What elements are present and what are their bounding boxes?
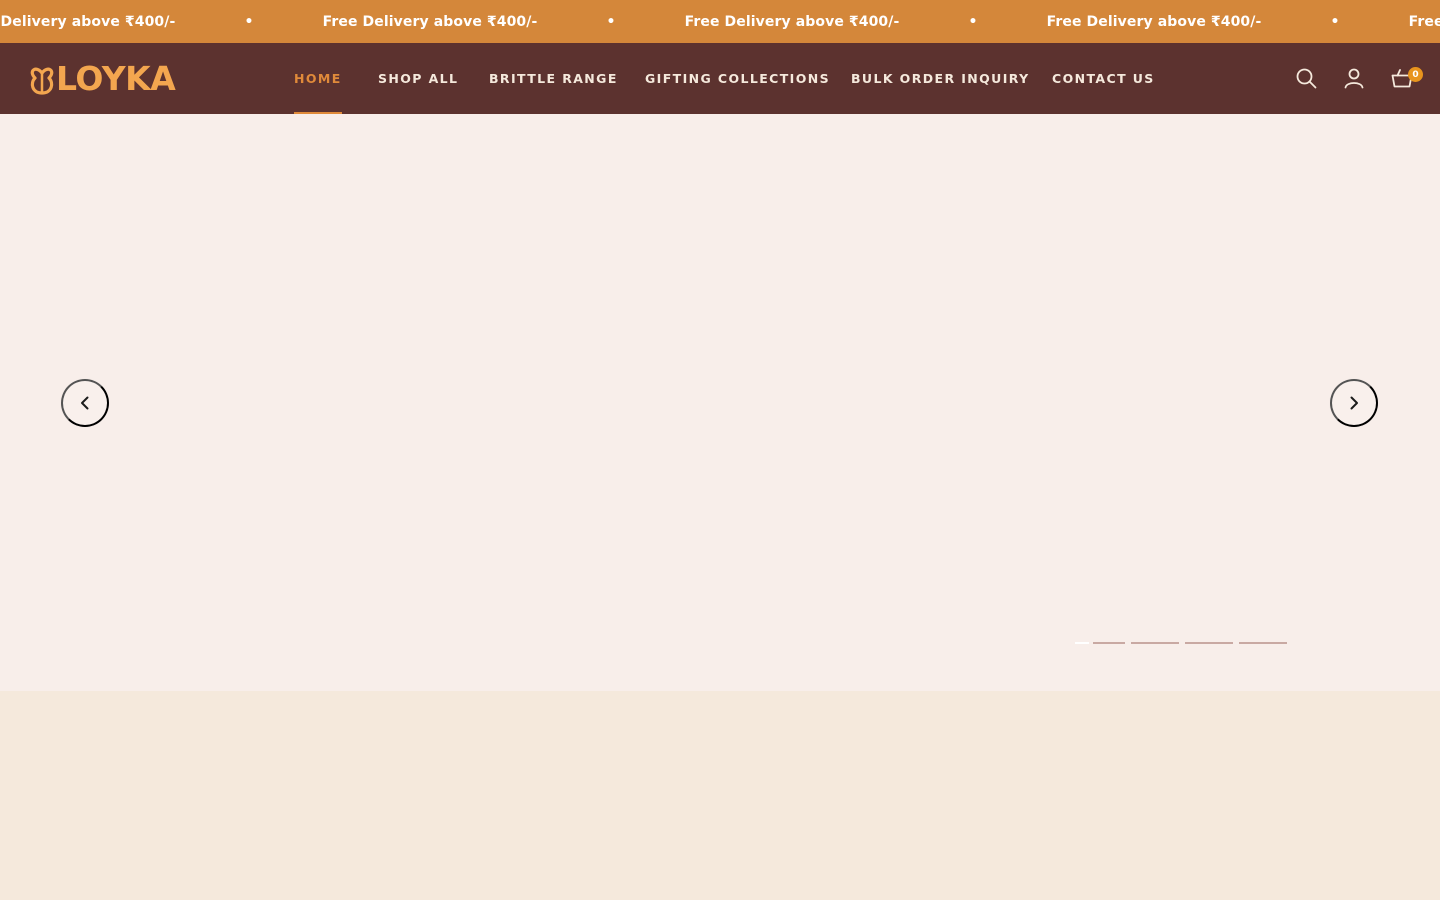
nav-home[interactable]: HOME bbox=[294, 43, 342, 114]
nav-shop-all[interactable]: SHOP ALL bbox=[378, 43, 458, 114]
nav-bulk-order-inquiry[interactable]: BULK ORDER INQUIRY bbox=[851, 43, 1030, 114]
cart-count-badge: 0 bbox=[1408, 67, 1423, 82]
nav-gifting-collections[interactable]: GIFTING COLLECTIONS bbox=[645, 43, 830, 114]
chevron-right-icon bbox=[1350, 396, 1358, 410]
announcement-separator: • bbox=[606, 13, 616, 30]
nav-contact-us[interactable]: CONTACT US bbox=[1052, 43, 1155, 114]
site-header: LOYKA HOME SHOP ALL BRITTLE RANGE GIFTIN… bbox=[0, 43, 1440, 114]
announcement-message: Free Delivery above ₹400/- bbox=[684, 13, 900, 30]
chevron-left-icon bbox=[81, 396, 89, 410]
slide-indicator-1[interactable] bbox=[1075, 642, 1089, 644]
slideshow-next-button[interactable] bbox=[1330, 379, 1378, 427]
announcement-separator: • bbox=[244, 13, 254, 30]
nav-brittle-range[interactable]: BRITTLE RANGE bbox=[489, 43, 618, 114]
announcement-track: Free Delivery above ₹400/- • Free Delive… bbox=[0, 0, 1440, 43]
content-section bbox=[0, 691, 1440, 900]
slide-indicator-5[interactable] bbox=[1239, 642, 1287, 644]
search-icon[interactable] bbox=[1294, 66, 1318, 90]
account-icon[interactable] bbox=[1342, 66, 1366, 90]
announcement-message: Free Delivery above ₹400/- bbox=[322, 13, 538, 30]
logo-mark-icon bbox=[30, 67, 54, 95]
logo-text: LOYKA bbox=[56, 59, 176, 98]
slide-indicator-3[interactable] bbox=[1131, 642, 1179, 644]
announcement-separator: • bbox=[968, 13, 978, 30]
announcement-bar: Free Delivery above ₹400/- • Free Delive… bbox=[0, 0, 1440, 43]
slide-indicator-4[interactable] bbox=[1185, 642, 1233, 644]
announcement-message: Free Delivery above ₹400/- bbox=[0, 13, 176, 30]
slide-indicator-2[interactable] bbox=[1093, 642, 1125, 644]
announcement-message: Free Delivery above ₹400/- bbox=[1408, 13, 1440, 30]
hero-slideshow bbox=[0, 114, 1440, 691]
announcement-message: Free Delivery above ₹400/- bbox=[1046, 13, 1262, 30]
logo-link[interactable]: LOYKA bbox=[30, 59, 176, 98]
announcement-separator: • bbox=[1330, 13, 1340, 30]
slideshow-prev-button[interactable] bbox=[61, 379, 109, 427]
